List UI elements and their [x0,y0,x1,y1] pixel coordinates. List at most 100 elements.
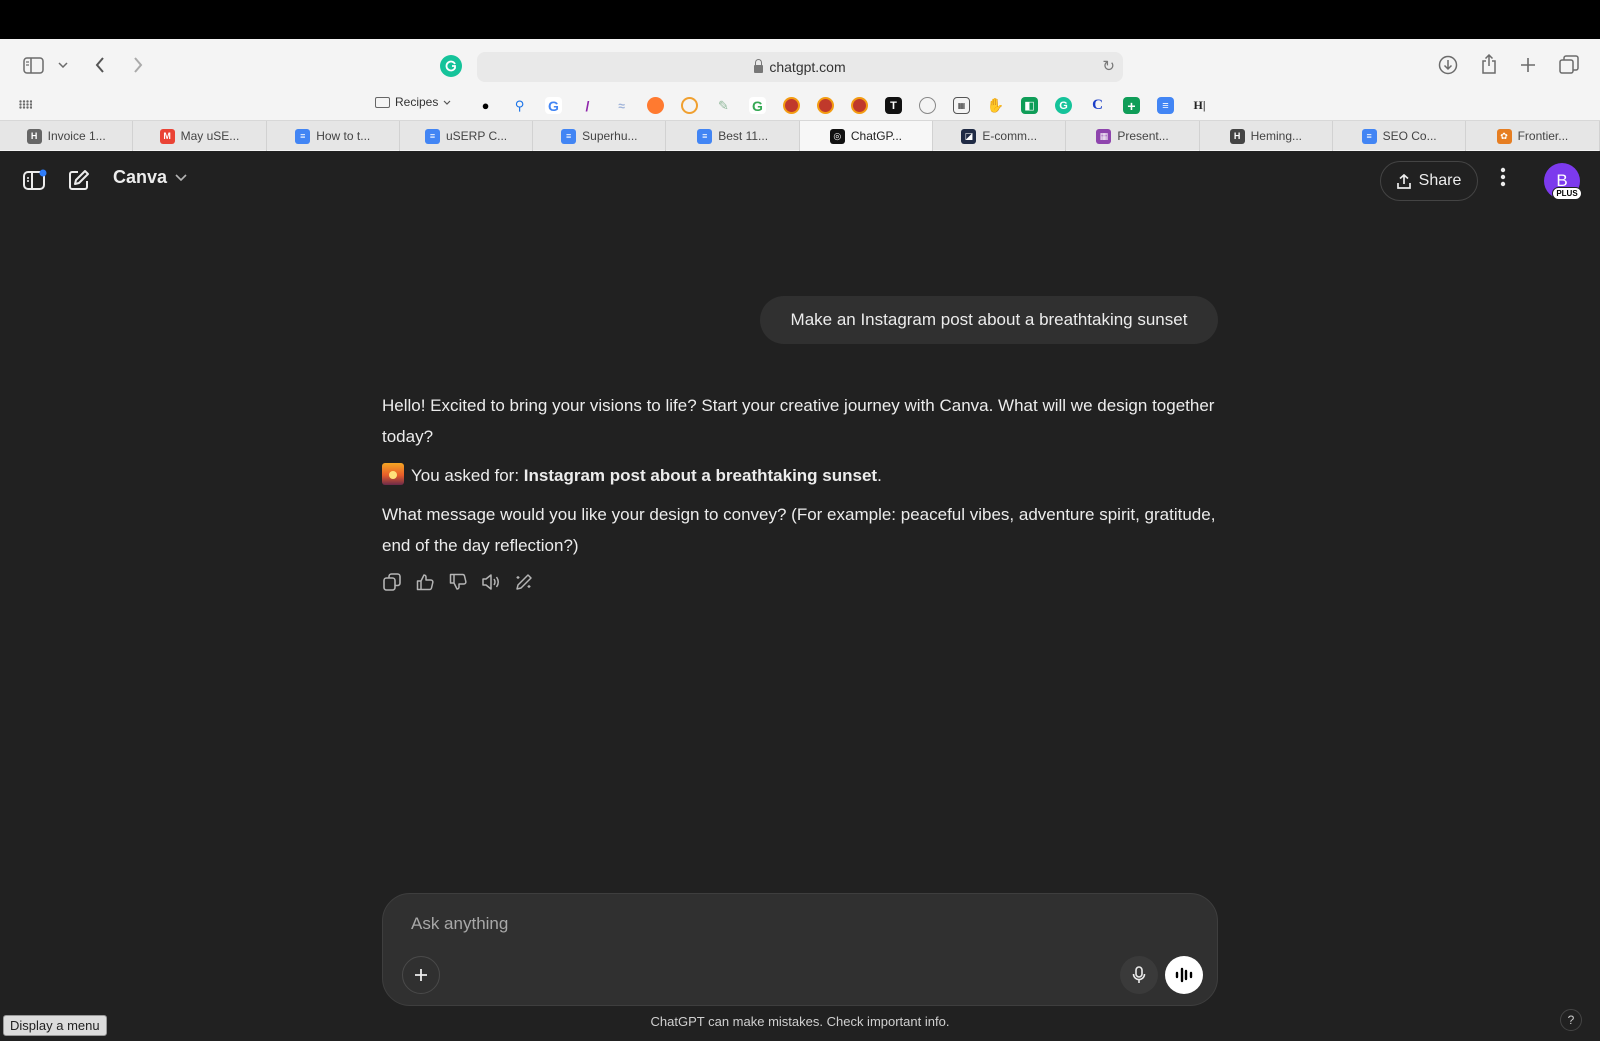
sidebar-toggle-icon[interactable] [22,55,44,75]
tab-overview-icon[interactable] [1558,54,1580,76]
more-options-icon[interactable] [1500,167,1506,193]
feather-bookmark-icon[interactable]: ≈ [613,97,630,114]
download-icon[interactable] [1437,54,1459,76]
tab-bar: H Invoice 1... M May uSE... ≡ How to t... ≡ uSE… [0,120,1600,151]
browser-tab[interactable]: ◪ E-comm... [933,121,1067,151]
tab-favicon-icon: H [26,128,42,144]
bookmark-folder-label: Recipes [395,95,439,109]
browser-toolbar: chatgpt.com ↻ [0,39,1600,91]
tab-label: Heming... [1250,129,1302,143]
browser-tab[interactable]: ≡ Best 11... [666,121,800,151]
disclaimer: ChatGPT can make mistakes. Check importa… [650,1014,950,1029]
forward-icon[interactable] [128,55,148,75]
orange-bookmark-icon[interactable] [647,97,664,114]
ring-bookmark-icon[interactable] [681,97,698,114]
bookmark-folder-recipes[interactable]: Recipes [375,95,451,109]
app-header: Canva Share B PLUS [0,151,1600,211]
tab-label: uSERP C... [445,129,508,143]
attach-button[interactable] [402,956,440,994]
browser-tab[interactable]: H Heming... [1200,121,1333,151]
read-aloud-icon[interactable] [481,572,501,592]
assistant-message: Hello! Excited to bring your visions to … [382,390,1222,569]
browser-tab[interactable]: M May uSE... [133,121,267,151]
asked-suffix: . [877,466,882,485]
browser-tab[interactable]: ▦ Present... [1066,121,1200,151]
tab-label: Frontier... [1517,129,1569,143]
tab-label: Present... [1117,129,1169,143]
back-icon[interactable] [90,55,110,75]
composer [382,893,1218,1006]
google-bookmark-icon[interactable]: G [545,97,562,114]
tab-favicon-icon: ≡ [424,128,440,144]
new-chat-icon[interactable] [66,167,92,193]
assistant-greeting: Hello! Excited to bring your visions to … [382,396,1215,446]
tab-favicon-icon: ≡ [561,128,577,144]
globe-bookmark-icon[interactable] [919,97,936,114]
user-message-text: Make an Instagram post about a breathtak… [790,310,1188,329]
c-bookmark-icon[interactable]: C [1089,97,1106,114]
browser-tab[interactable]: ◎ ChatGP... [799,121,934,151]
docs-bookmark-icon[interactable]: ≡ [1157,97,1174,114]
assistant-request-summary: You asked for: Instagram post about a br… [382,460,1222,491]
browser-tab[interactable]: ≡ Superhu... [533,121,667,151]
tab-favicon-icon: ≡ [295,128,311,144]
red-bookmark-icon[interactable] [783,97,800,114]
tooltip: Display a menu [3,1015,107,1036]
thumbs-up-icon[interactable] [415,572,435,592]
new-tab-icon[interactable] [1517,54,1539,76]
plus-icon [415,969,427,981]
lock-icon [754,59,764,73]
tab-label: Best 11... [718,129,769,143]
sidebar-toggle-icon[interactable] [22,167,48,193]
dictate-button[interactable] [1120,956,1158,994]
tab-favicon-icon: ≡ [1361,128,1377,144]
t-bookmark-icon[interactable]: T [885,97,902,114]
chatgpt-app: Canva Share B PLUS Make an Instagram pos… [0,151,1600,1041]
voice-mode-button[interactable] [1165,956,1203,994]
tab-favicon-icon: ≡ [697,128,713,144]
thumbs-down-icon[interactable] [448,572,468,592]
search-bookmark-icon[interactable]: ⚲ [511,97,528,114]
grammarly-icon[interactable] [440,55,462,77]
url-text: chatgpt.com [769,59,846,75]
browser-tab[interactable]: ≡ SEO Co... [1333,121,1467,151]
tab-favicon-icon: ✿ [1496,128,1512,144]
browser-tab[interactable]: ≡ uSERP C... [400,121,534,151]
share-button[interactable]: Share [1380,161,1478,201]
edit-in-canvas-icon[interactable] [514,572,534,592]
apple-bookmark-icon[interactable]: ● [477,97,494,114]
microphone-icon [1132,966,1146,983]
red-bookmark-icon-3[interactable] [851,97,868,114]
tab-favicon-icon: ◪ [961,128,977,144]
sunset-emoji-icon [382,463,404,485]
hemingway-bookmark-icon[interactable]: H| [1191,97,1208,114]
share-sheet-icon[interactable] [1478,53,1500,75]
tab-label: Invoice 1... [47,129,106,143]
chevron-down-icon[interactable] [56,57,70,73]
copy-icon[interactable] [382,572,402,592]
sheets-bookmark-icon[interactable]: + [1123,97,1140,114]
voice-waveform-icon [1175,967,1193,983]
plan-badge: PLUS [1552,187,1582,200]
browser-tab[interactable]: H Invoice 1... [0,121,134,151]
browser-tab[interactable]: ≡ How to t... [267,121,400,151]
model-selector[interactable]: Canva [113,167,187,188]
google-bookmark-icon-2[interactable]: G [749,97,766,114]
browser-tab[interactable]: ✿ Frontier... [1466,121,1600,151]
green-square-bookmark-icon[interactable]: ◧ [1021,97,1038,114]
hs-bookmark-icon[interactable]: ▦ [953,97,970,114]
apps-grid-icon[interactable] [18,97,32,111]
help-button[interactable]: ? [1560,1009,1582,1031]
tab-label: SEO Co... [1382,129,1437,143]
address-bar[interactable]: chatgpt.com ↻ [477,52,1123,82]
pen-bookmark-icon[interactable]: ✎ [715,97,732,114]
model-name: Canva [113,167,168,187]
tab-label: ChatGP... [850,129,902,143]
reload-icon[interactable]: ↻ [1102,57,1115,75]
slash-bookmark-icon[interactable]: / [579,97,596,114]
upload-icon [1396,173,1411,189]
prompt-input[interactable] [411,908,1111,940]
grammarly-bookmark-icon[interactable]: G [1055,97,1072,114]
red-bookmark-icon-2[interactable] [817,97,834,114]
hand-bookmark-icon[interactable]: ✋ [987,97,1004,114]
